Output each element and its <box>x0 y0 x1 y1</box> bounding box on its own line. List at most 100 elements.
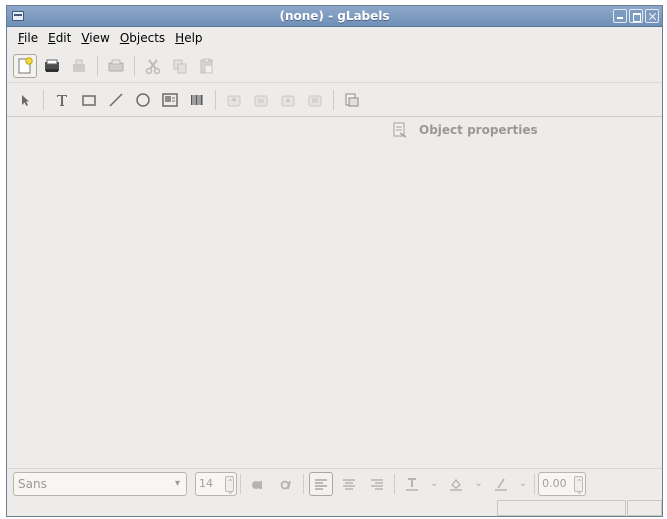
copy-button[interactable] <box>168 54 192 78</box>
spin-buttons[interactable] <box>225 472 234 503</box>
bold-button[interactable] <box>246 472 270 496</box>
menu-view-label: iew <box>89 31 110 45</box>
box-tool-button[interactable] <box>77 88 101 112</box>
menu-bar: File Edit View Objects Help <box>7 28 662 49</box>
property-bar: Sans ▾ 14 ⌃ ⌄ ⌄ ⌄ ⌄ 0.00 ⌃ ⌄ <box>7 468 662 503</box>
flip-object-button[interactable] <box>303 88 327 112</box>
image-tool-icon <box>162 93 178 107</box>
lower-object-button[interactable] <box>249 88 273 112</box>
status-zoom <box>627 500 662 516</box>
bold-icon <box>252 480 262 489</box>
toolbar-separator <box>43 90 44 110</box>
object-properties-label: Object properties <box>419 123 538 137</box>
paste-button[interactable] <box>195 54 219 78</box>
new-button[interactable] <box>13 54 37 78</box>
spin-buttons[interactable] <box>574 472 584 503</box>
align-left-button[interactable] <box>309 471 333 496</box>
merge-properties-icon <box>345 93 359 107</box>
new-icon <box>18 57 33 74</box>
select-icon <box>22 95 29 106</box>
rotate-object-button[interactable] <box>276 88 300 112</box>
paste-icon <box>200 58 213 74</box>
font-size-spinner[interactable]: 14 <box>195 471 237 503</box>
chevron-down-icon[interactable]: ⌄ <box>519 478 527 489</box>
save-button[interactable] <box>67 54 91 78</box>
rotate-icon <box>281 95 295 107</box>
toolbar-separator <box>134 56 135 76</box>
align-left-icon <box>315 478 327 490</box>
status-cursor-position <box>497 500 626 516</box>
menu-help-label: elp <box>184 31 203 45</box>
text-color-icon <box>406 477 418 491</box>
raise-object-button[interactable] <box>222 88 246 112</box>
cut-button[interactable] <box>141 54 165 78</box>
fill-color-button[interactable] <box>444 472 468 496</box>
chevron-down-icon[interactable]: ⌄ <box>474 478 482 489</box>
minimize-button[interactable] <box>613 9 627 23</box>
menu-help[interactable]: Help <box>170 29 207 48</box>
menu-edit[interactable]: Edit <box>43 29 76 48</box>
select-tool-button[interactable] <box>13 88 37 112</box>
barcode-tool-icon <box>191 95 203 105</box>
save-icon <box>73 59 85 72</box>
object-properties-icon <box>393 122 407 138</box>
window-title: (none) - gLabels <box>279 9 390 23</box>
main-toolbar <box>7 50 662 83</box>
object-properties-header: Object properties <box>391 121 538 139</box>
chevron-down-icon[interactable]: ⌄ <box>430 478 438 489</box>
image-tool-button[interactable] <box>158 88 182 112</box>
barcode-tool-button[interactable] <box>185 88 209 112</box>
open-icon <box>45 59 59 72</box>
line-tool-button[interactable] <box>104 88 128 112</box>
menu-view[interactable]: View <box>76 29 114 48</box>
lower-icon <box>254 95 268 107</box>
align-center-icon <box>343 478 355 490</box>
cut-icon <box>145 59 161 75</box>
toolbar-separator <box>534 473 536 494</box>
line-color-icon <box>494 478 507 491</box>
toolbar-separator <box>394 473 395 494</box>
raise-icon <box>227 95 241 107</box>
align-right-icon <box>371 478 383 490</box>
font-family-value: Sans <box>18 476 47 491</box>
toolbar-separator <box>215 90 216 110</box>
align-right-button[interactable] <box>365 472 389 496</box>
merge-properties-button[interactable] <box>340 88 364 112</box>
italic-icon <box>280 480 291 489</box>
menu-file-label: ile <box>24 31 39 45</box>
align-center-button[interactable] <box>337 472 361 496</box>
label-canvas[interactable]: Object properties <box>7 118 662 467</box>
chevron-down-icon: ▾ <box>174 477 180 489</box>
toolbar-separator <box>333 90 334 110</box>
app-window: (none) - gLabels File Edit View Objects … <box>6 5 663 517</box>
window-controls <box>613 9 659 23</box>
toolbar-separator <box>303 473 304 494</box>
line-width-value: 0.00 <box>542 476 567 490</box>
ellipse-tool-icon <box>136 93 150 107</box>
copy-icon <box>173 59 187 74</box>
open-button[interactable] <box>40 54 64 78</box>
line-tool-icon <box>109 93 123 107</box>
print-icon <box>108 59 124 72</box>
menu-file[interactable]: File <box>13 29 43 48</box>
fill-color-icon <box>450 478 463 491</box>
title-bar[interactable]: (none) - gLabels <box>7 6 662 27</box>
maximize-button[interactable] <box>629 9 643 23</box>
close-button[interactable] <box>645 9 659 23</box>
status-message <box>7 500 496 516</box>
line-width-spinner[interactable]: 0.00 <box>538 471 587 503</box>
font-family-combo[interactable]: Sans ▾ <box>13 471 187 496</box>
flip-icon <box>308 95 322 107</box>
drawing-toolbar <box>7 84 662 117</box>
text-color-button[interactable] <box>400 472 424 496</box>
print-button[interactable] <box>104 54 128 78</box>
menu-objects[interactable]: Objects <box>115 29 170 48</box>
status-bar <box>7 498 662 518</box>
italic-button[interactable] <box>274 472 298 496</box>
box-tool-icon <box>82 95 96 106</box>
text-tool-icon <box>57 95 67 106</box>
ellipse-tool-button[interactable] <box>131 88 155 112</box>
toolbar-separator <box>97 56 98 76</box>
line-color-button[interactable] <box>489 472 513 496</box>
text-tool-button[interactable] <box>50 88 74 112</box>
